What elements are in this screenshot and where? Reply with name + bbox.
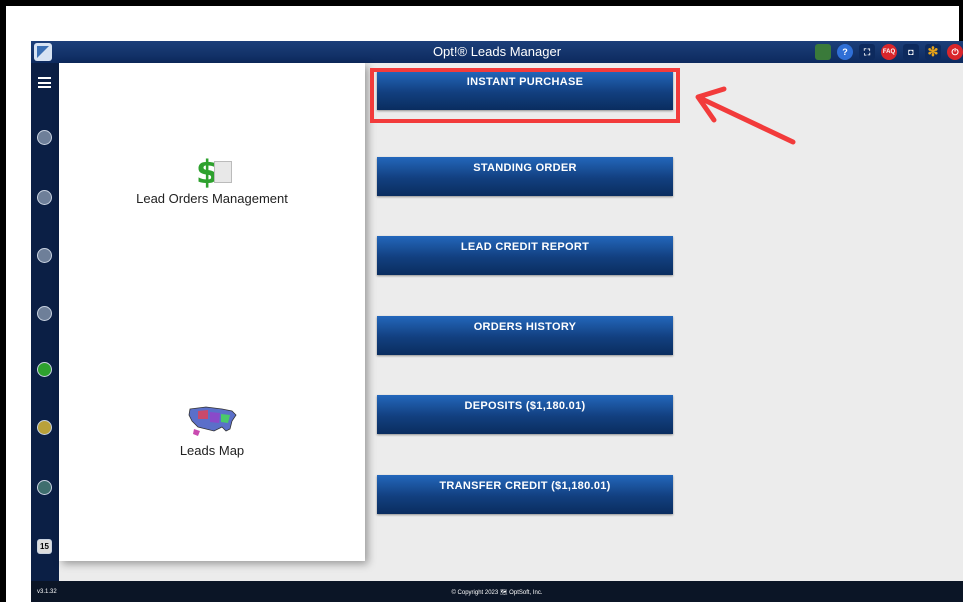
usa-map-icon <box>188 406 237 436</box>
hamburger-menu-icon[interactable] <box>38 77 51 88</box>
copyright-text: © Copyright 2023 🗺 OptSoft, Inc. <box>451 590 543 596</box>
standing-order-button[interactable]: STANDING ORDER <box>377 157 673 196</box>
annotation-highlight-box <box>370 68 680 123</box>
app-window: Opt!® Leads Manager ? ⛶ FAQ ◘ ✻ ⏻ 15 $ L… <box>31 41 963 602</box>
settings-icon[interactable]: ✻ <box>925 44 941 60</box>
home-icon[interactable] <box>37 130 52 145</box>
dollar-icon: $ <box>192 155 232 189</box>
leads-icon[interactable] <box>37 362 52 377</box>
annotation-arrow-icon <box>695 86 796 145</box>
deposits-button[interactable]: DEPOSITS ($1,180.01) <box>377 395 673 434</box>
lead-orders-management-label: Lead Orders Management <box>136 191 288 206</box>
toolbar-icons: ? ⛶ FAQ ◘ ✻ ⏻ <box>815 44 963 60</box>
footer: v3.1.32 © Copyright 2023 🗺 OptSoft, Inc. <box>31 581 963 602</box>
reports-icon[interactable] <box>37 420 52 435</box>
power-icon[interactable]: ⏻ <box>947 44 963 60</box>
email-icon[interactable] <box>37 306 52 321</box>
sidebar: 15 <box>31 63 59 581</box>
calendar-icon[interactable]: 15 <box>37 539 52 554</box>
fullscreen-icon[interactable]: ⛶ <box>859 44 875 60</box>
camera-icon[interactable]: ◘ <box>903 44 919 60</box>
contacts-icon[interactable] <box>37 190 52 205</box>
tasks-icon[interactable] <box>37 248 52 263</box>
left-panel: $ Lead Orders Management Leads Map <box>59 63 365 561</box>
lead-credit-report-button[interactable]: LEAD CREDIT REPORT <box>377 236 673 275</box>
faq-icon[interactable]: FAQ <box>881 44 897 60</box>
leads-map-label: Leads Map <box>179 443 245 458</box>
orders-history-button[interactable]: ORDERS HISTORY <box>377 316 673 355</box>
help-icon[interactable]: ? <box>837 44 853 60</box>
title-bar: Opt!® Leads Manager ? ⛶ FAQ ◘ ✻ ⏻ <box>31 41 963 63</box>
leads-map-tile[interactable]: Leads Map <box>59 403 365 458</box>
globe-icon[interactable] <box>37 480 52 495</box>
lead-orders-management-tile[interactable]: $ Lead Orders Management <box>59 155 365 206</box>
transfer-credit-button[interactable]: TRANSFER CREDIT ($1,180.01) <box>377 475 673 514</box>
app-switch-icon[interactable] <box>815 44 831 60</box>
